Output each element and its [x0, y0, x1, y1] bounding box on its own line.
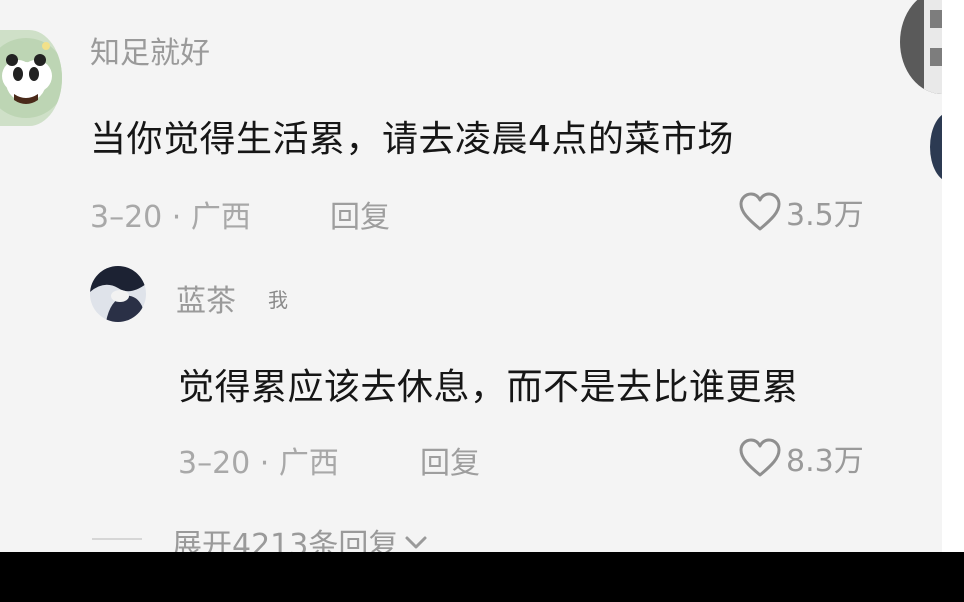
right-edge-strip: [942, 0, 964, 552]
heart-outline-icon: [739, 192, 781, 231]
edge-avatar-middle[interactable]: [930, 112, 942, 182]
comment-screen: 知足就好 当你觉得生活累，请去凌晨4点的菜市场 3–20 · 广西 回复 3.5…: [0, 0, 942, 552]
comment-reply-button[interactable]: 回复: [330, 192, 390, 236]
comment-like-count: 3.5万: [786, 198, 864, 233]
replier-avatar[interactable]: [90, 266, 146, 322]
expand-divider: [92, 538, 142, 540]
comment-date-location: 3–20 · 广西: [90, 200, 251, 235]
comment-text[interactable]: 当你觉得生活累，请去凌晨4点的菜市场: [90, 110, 734, 162]
bottom-black-bar: [0, 552, 964, 602]
commenter-username[interactable]: 知足就好: [90, 28, 210, 72]
commenter-avatar[interactable]: [0, 30, 62, 126]
edge-avatar-top[interactable]: [900, 0, 942, 94]
heart-outline-icon: [739, 438, 781, 477]
chevron-down-icon: [405, 536, 427, 549]
reply-like-button[interactable]: 8.3万: [738, 436, 864, 480]
reply-date-location: 3–20 · 广西: [178, 446, 339, 481]
replier-username[interactable]: 蓝茶: [176, 276, 236, 320]
comment-like-button[interactable]: 3.5万: [738, 190, 864, 234]
reply-reply-button[interactable]: 回复: [420, 438, 480, 482]
expand-replies-label: 展开4213条回复: [172, 528, 399, 552]
expand-replies-button[interactable]: 展开4213条回复: [172, 520, 430, 552]
me-badge: 我: [268, 288, 288, 312]
reply-like-count: 8.3万: [786, 444, 864, 479]
reply-text[interactable]: 觉得累应该去休息，而不是去比谁更累: [178, 358, 799, 410]
